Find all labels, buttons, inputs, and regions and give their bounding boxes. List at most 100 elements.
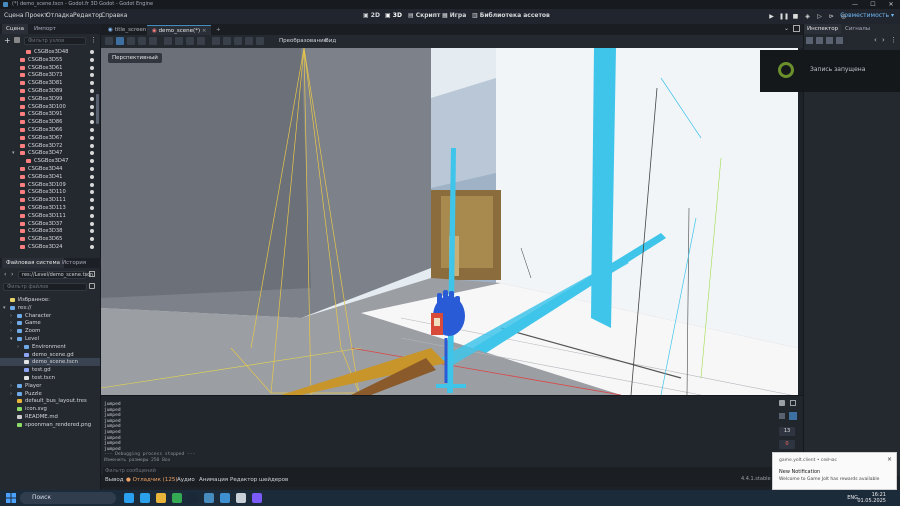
- scene-tree-node[interactable]: CSGBox3D109: [0, 181, 96, 189]
- scene-tree-node[interactable]: CSGBox3D100: [0, 103, 96, 111]
- lock-icon[interactable]: [164, 37, 172, 45]
- store-icon[interactable]: [220, 493, 230, 503]
- filesystem-item[interactable]: ▾ Level: [0, 335, 100, 343]
- visibility-eye-icon[interactable]: [90, 159, 94, 164]
- local-space-icon[interactable]: [197, 37, 205, 45]
- file-filter-input[interactable]: Фильтр файлов: [3, 283, 87, 291]
- filesystem-item[interactable]: default_bus_layout.tres: [0, 397, 100, 405]
- output-tab[interactable]: Вывод: [105, 477, 124, 483]
- scene-tree-node[interactable]: CSGBox3D24: [0, 243, 96, 251]
- godot-icon[interactable]: [204, 493, 214, 503]
- filesystem-item[interactable]: ▾ res://: [0, 304, 100, 312]
- filesystem-item[interactable]: › Player: [0, 382, 100, 390]
- visibility-eye-icon[interactable]: [90, 167, 94, 171]
- split-mode-icon[interactable]: [89, 271, 95, 277]
- mode-2d-button[interactable]: ▣ 2D: [363, 12, 380, 19]
- visibility-eye-icon[interactable]: [90, 135, 94, 140]
- scale-mode-icon[interactable]: [138, 37, 146, 45]
- scene-tree-node[interactable]: ▾ CSGBox3D47: [0, 149, 96, 157]
- scene-tree-node[interactable]: CSGBox3D67: [0, 134, 96, 142]
- filesystem-item[interactable]: demo_scene.gd: [0, 351, 100, 359]
- close-tab-icon[interactable]: ×: [202, 28, 207, 34]
- scene-menu-icon[interactable]: ⋮: [90, 36, 97, 44]
- close-icon[interactable]: ×: [887, 456, 892, 463]
- visibility-eye-icon[interactable]: [90, 143, 94, 148]
- scene-tree-node[interactable]: CSGBox3D38: [0, 227, 96, 235]
- copy-log-icon[interactable]: [790, 400, 796, 406]
- app-icon[interactable]: [236, 493, 246, 503]
- new-resource-icon[interactable]: [806, 37, 813, 44]
- select-mode-icon[interactable]: [105, 37, 113, 45]
- ruler-icon[interactable]: [186, 37, 194, 45]
- visibility-eye-icon[interactable]: [90, 229, 94, 234]
- stop-icon[interactable]: ■: [791, 12, 800, 21]
- visibility-eye-icon[interactable]: [90, 182, 94, 187]
- expand-arrow-icon[interactable]: ›: [10, 382, 12, 390]
- expand-arrow-icon[interactable]: ›: [17, 343, 19, 351]
- scene-tree-node[interactable]: CSGBox3D81: [0, 79, 96, 87]
- rotate-mode-icon[interactable]: [127, 37, 135, 45]
- expand-arrow-icon[interactable]: ›: [10, 319, 12, 327]
- play-scene-icon[interactable]: ▷: [815, 12, 824, 21]
- remote-debug-icon[interactable]: ◈: [803, 12, 812, 21]
- mode-game-button[interactable]: ▦ Игра: [442, 12, 466, 19]
- visibility-eye-icon[interactable]: [90, 57, 94, 62]
- transform-menu[interactable]: Преобразование: [279, 38, 327, 44]
- edge-icon[interactable]: [124, 493, 134, 503]
- windows-start-icon[interactable]: [6, 493, 16, 503]
- expand-arrow-icon[interactable]: ›: [10, 327, 12, 335]
- scene-tree-node[interactable]: CSGBox3D55: [0, 56, 96, 64]
- visibility-eye-icon[interactable]: [90, 96, 94, 101]
- menu-project[interactable]: Проект: [25, 12, 48, 19]
- expand-arrow-icon[interactable]: ▾: [12, 149, 15, 157]
- app-icon[interactable]: [252, 493, 262, 503]
- scene-tree-node[interactable]: CSGBox3D111: [0, 196, 96, 204]
- renderer-select[interactable]: Совместимость ▾: [840, 12, 894, 19]
- expand-arrow-icon[interactable]: ›: [10, 390, 12, 398]
- inspector-menu-icon[interactable]: ⋮: [890, 36, 897, 44]
- visibility-eye-icon[interactable]: [90, 221, 94, 226]
- scene-tree-node[interactable]: CSGBox3D66: [0, 126, 96, 134]
- visibility-eye-icon[interactable]: [90, 65, 94, 70]
- visibility-eye-icon[interactable]: [90, 50, 94, 54]
- expand-arrow-icon[interactable]: ›: [10, 312, 12, 320]
- message-filter-input[interactable]: Фильтр сообщений: [103, 467, 775, 475]
- view-menu[interactable]: Вид: [325, 38, 336, 44]
- close-button[interactable]: ✕: [882, 0, 900, 9]
- scene-tree-node[interactable]: CSGBox3D110: [0, 188, 96, 196]
- environment-icon[interactable]: [234, 37, 242, 45]
- sun-icon[interactable]: [223, 37, 231, 45]
- minimize-button[interactable]: —: [846, 0, 864, 9]
- scene-tree-node[interactable]: CSGBox3D41: [0, 173, 96, 181]
- scene-tree-scrollbar[interactable]: [96, 94, 99, 124]
- clock[interactable]: 16:21 01.05.2025: [857, 492, 886, 504]
- filesystem-item[interactable]: › Puzzle: [0, 390, 100, 398]
- visibility-eye-icon[interactable]: [90, 128, 94, 132]
- visibility-eye-icon[interactable]: [90, 198, 94, 203]
- save-resource-icon[interactable]: [826, 37, 833, 44]
- scene-tree-node[interactable]: CSGBox3D47: [0, 157, 96, 165]
- scene-tree-node[interactable]: CSGBox3D65: [0, 235, 96, 243]
- back-icon[interactable]: ‹: [4, 271, 6, 278]
- play-icon[interactable]: ▶: [767, 12, 776, 21]
- load-resource-icon[interactable]: [816, 37, 823, 44]
- message-count-badge[interactable]: 13: [779, 427, 795, 436]
- scene-tree-node[interactable]: CSGBox3D91: [0, 110, 96, 118]
- expand-arrow-icon[interactable]: ▾: [3, 304, 6, 312]
- visibility-eye-icon[interactable]: [90, 81, 94, 86]
- 3d-viewport[interactable]: Перспективный: [101, 48, 798, 395]
- scene-tree-node[interactable]: CSGBox3D37: [0, 220, 96, 228]
- audio-tab[interactable]: Аудио: [177, 477, 195, 483]
- scene-tree-node[interactable]: CSGBox3D111: [0, 212, 96, 220]
- visibility-eye-icon[interactable]: [90, 151, 94, 156]
- scene-tree-node[interactable]: CSGBox3D72: [0, 142, 96, 150]
- visibility-eye-icon[interactable]: [90, 112, 94, 117]
- mode-assetlib-button[interactable]: ▥ Библиотека ассетов: [472, 12, 550, 19]
- tab-title-screen[interactable]: ◉ title_screen: [103, 25, 151, 35]
- filesystem-item[interactable]: test.gd: [0, 366, 100, 374]
- expand-arrow-icon[interactable]: ▾: [10, 335, 13, 343]
- visibility-eye-icon[interactable]: [90, 73, 94, 78]
- telegram-icon[interactable]: [140, 493, 150, 503]
- search-log-icon[interactable]: [789, 412, 797, 420]
- visibility-eye-icon[interactable]: [90, 206, 94, 210]
